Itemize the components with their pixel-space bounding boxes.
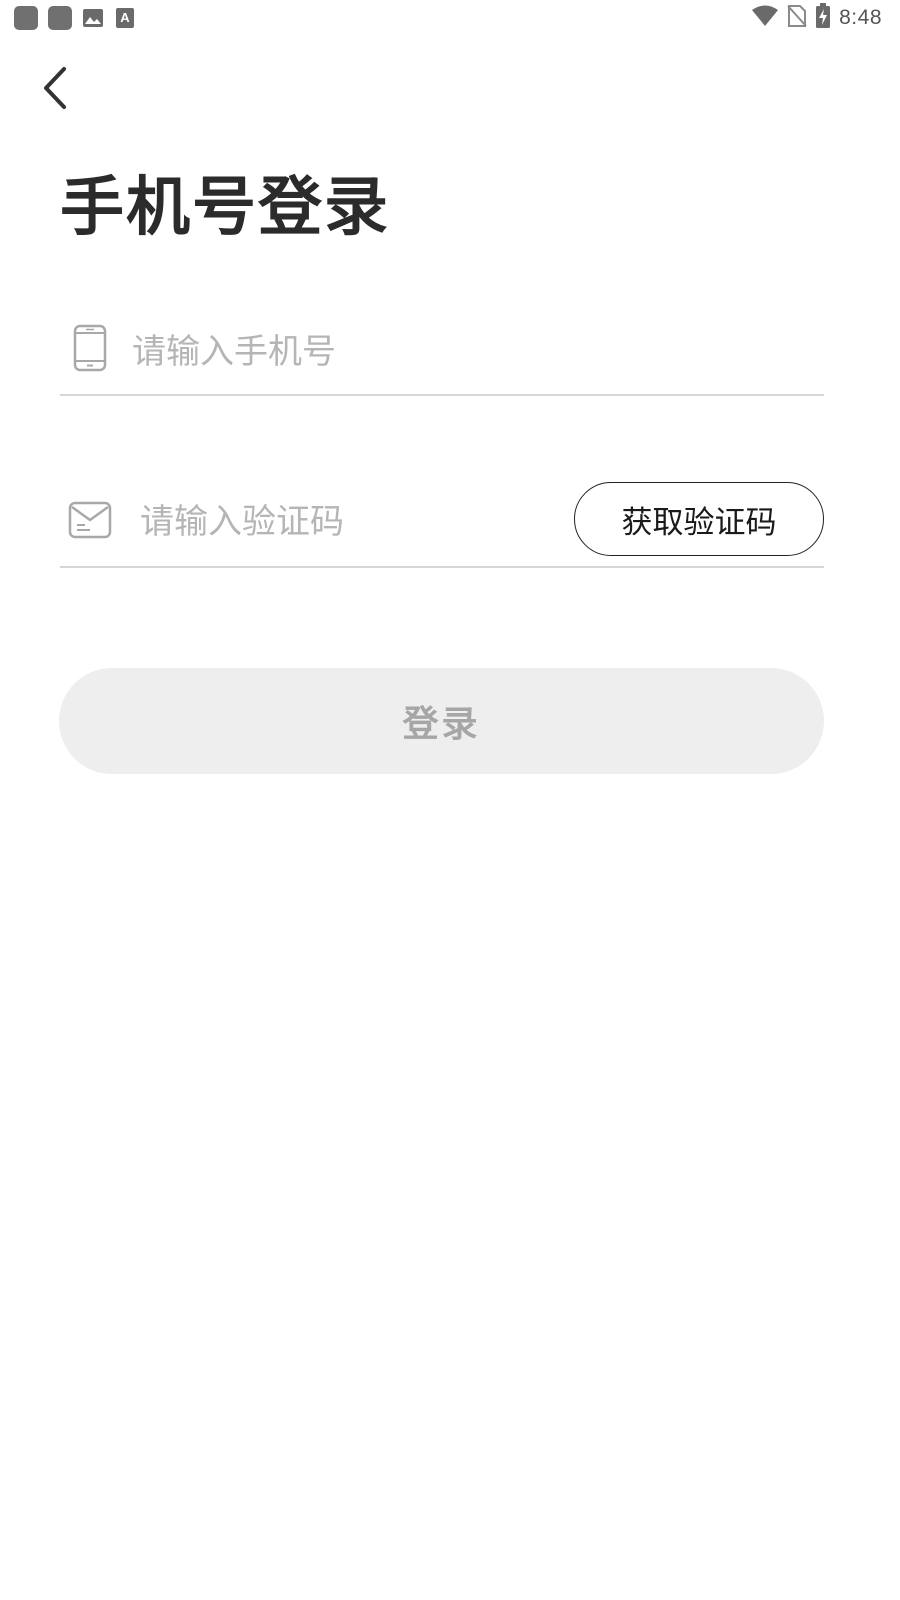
status-bar-system: 8:48 [751,3,882,33]
phone-icon [68,322,112,374]
text-icon: A [114,7,136,29]
battery-charging-icon [815,3,831,33]
no-sim-icon [787,4,807,32]
wifi-icon [751,5,779,31]
back-button[interactable] [30,60,80,116]
phone-field-row [60,314,824,396]
status-time: 8:48 [839,6,882,29]
svg-text:A: A [120,10,130,25]
image-icon [82,7,104,29]
app-notification-icon [48,6,72,30]
page-title: 手机号登录 [60,171,390,245]
phone-input[interactable] [132,326,792,378]
code-input[interactable] [140,496,560,548]
chevron-left-icon [44,67,66,109]
app-notification-icon [14,6,38,30]
status-bar-notifications: A [14,6,136,30]
login-button[interactable]: 登录 [59,668,824,774]
status-bar: A 8:48 [0,0,900,38]
get-code-button[interactable]: 获取验证码 [574,482,824,556]
envelope-icon [68,494,112,546]
code-field-row: 获取验证码 [60,482,824,568]
